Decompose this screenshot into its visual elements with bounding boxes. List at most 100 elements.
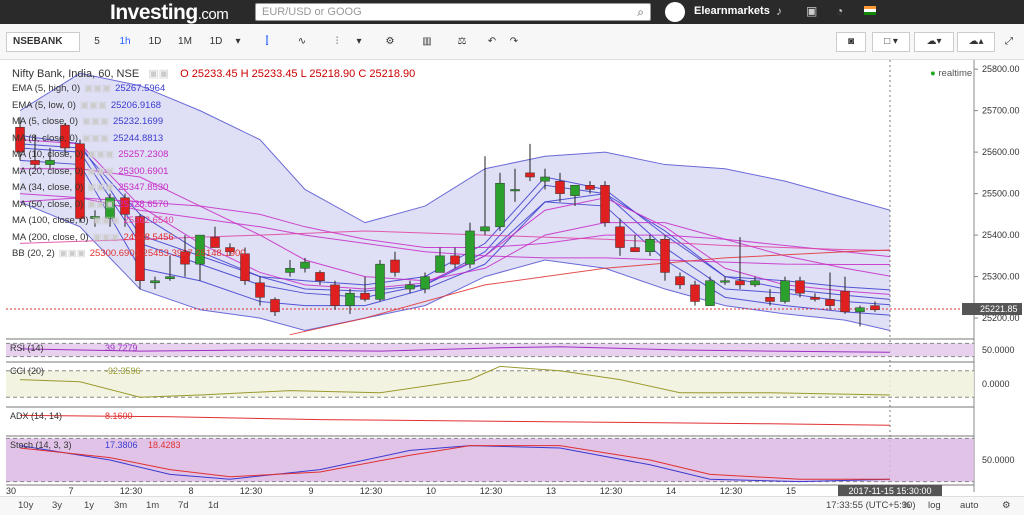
clock-icon[interactable]: ◔ <box>836 4 843 18</box>
flag-icon[interactable] <box>864 6 876 15</box>
compare-icon[interactable]: ⚖ <box>450 32 474 52</box>
candle-body <box>255 282 265 298</box>
x-tick-label: 10 <box>426 486 436 496</box>
bars-icon[interactable]: ⫶ <box>325 32 349 52</box>
camera-icon[interactable]: ◙ <box>836 32 866 52</box>
undo-icon[interactable]: ↶ <box>482 32 502 52</box>
candle-body <box>600 185 610 223</box>
indicator-legend-row: MA (100, close, 0) ▣▣▣ 25362.6540 <box>12 215 174 227</box>
candle-body <box>825 299 835 306</box>
panel-legend-value: -92.3596 <box>105 366 141 376</box>
chevron-down-icon[interactable]: ▾ <box>351 32 367 52</box>
indicator-legend-label: EMA (5, high, 0) <box>12 83 81 94</box>
indicator-legend-row: MA (20, close, 0) ▣▣▣ 25300.6901 <box>12 166 168 178</box>
candles-icon[interactable]: ⫿ <box>255 32 279 52</box>
cloud-download-icon[interactable]: ☁▾ <box>914 32 954 52</box>
candle-body <box>270 299 280 313</box>
legend-settings-icon[interactable]: ▣▣▣ <box>93 215 120 226</box>
chevron-down-icon[interactable]: ▾ <box>230 32 246 52</box>
interval-1h[interactable]: 1h <box>113 32 137 52</box>
log-toggle[interactable]: log <box>928 500 941 511</box>
range-3m[interactable]: 3m <box>114 500 127 511</box>
candle-body <box>570 185 580 196</box>
legend-settings-icon[interactable]: ▣▣▣ <box>87 166 114 177</box>
search-input[interactable]: EUR/USD or GOOG ⌕ <box>255 3 651 21</box>
gear-icon[interactable]: ⚙ <box>378 32 402 52</box>
legend-settings-icon[interactable]: ▣▣▣ <box>87 199 114 210</box>
portfolio-icon[interactable]: ▣ <box>806 4 817 18</box>
interval-more[interactable]: 1D <box>204 32 228 52</box>
x-tick-label: 15 <box>786 486 796 496</box>
panel-legend-label: CCI (20) <box>10 366 44 376</box>
legend-settings-icon[interactable]: ▣▣▣ <box>87 182 114 193</box>
cloud-upload-icon[interactable]: ☁▴ <box>957 32 995 52</box>
range-7d[interactable]: 7d <box>178 500 189 511</box>
range-1y[interactable]: 1y <box>84 500 94 511</box>
legend-settings-icon[interactable]: ▣▣▣ <box>82 133 109 144</box>
chart-title-row: Nifty Bank, India, 60, NSE ▣▣ O 25233.45… <box>12 68 415 80</box>
x-tick-label: 12:30 <box>120 486 143 496</box>
candle-body <box>405 284 415 290</box>
range-1d[interactable]: 1d <box>208 500 219 511</box>
candle-body <box>630 247 640 252</box>
line-chart-icon[interactable]: ∿ <box>290 32 314 52</box>
redo-icon[interactable]: ↷ <box>504 32 524 52</box>
candle-body <box>525 172 535 178</box>
search-icon[interactable]: ⌕ <box>637 5 644 20</box>
symbol-input[interactable]: NSEBANK <box>6 32 80 52</box>
candle-body <box>615 226 625 248</box>
indicator-legend-value: 25232.1699 <box>112 116 164 127</box>
x-tick-label: 12:30 <box>480 486 503 496</box>
x-tick-label: 9 <box>308 486 313 496</box>
y-tick-label: 25500.00 <box>982 189 1020 199</box>
settings-icon[interactable]: ▣▣ <box>148 68 169 80</box>
indicator-legend-value: 25362.6540 <box>123 215 174 226</box>
interval-5[interactable]: 5 <box>86 32 108 52</box>
ohlc-high: 25233.45 <box>251 68 298 80</box>
percent-toggle[interactable]: % <box>902 500 910 511</box>
bell-icon[interactable]: ♪ <box>776 4 782 18</box>
fullscreen-icon[interactable]: ⤢ <box>998 32 1020 52</box>
candle-body <box>375 263 385 300</box>
y-tick-label: 25800.00 <box>982 64 1020 74</box>
indicator-legend-value: 25257.2308 <box>118 149 169 160</box>
range-10y[interactable]: 10y <box>18 500 33 511</box>
logo-text: Investing <box>110 1 198 24</box>
indicator-legend-label: EMA (5, low, 0) <box>12 99 76 111</box>
panel-tick-label: 50.0000 <box>982 345 1015 355</box>
indicator-legend-label: MA (34, close, 0) <box>12 182 84 193</box>
panel-legend-value: 17.3806 <box>105 440 138 450</box>
panel-legend-label: Stoch (14, 3, 3) <box>10 440 72 450</box>
auto-toggle[interactable]: auto <box>960 500 979 511</box>
user-name[interactable]: Elearnmarkets <box>694 5 770 17</box>
indicators-icon[interactable]: ▥ <box>415 32 439 52</box>
range-1m[interactable]: 1m <box>146 500 159 511</box>
legend-settings-icon[interactable]: ▣▣▣ <box>59 248 86 259</box>
indicator-legend-row: MA (8, close, 0) ▣▣▣ 25244.8813 <box>12 133 163 145</box>
panel-legend-value: 39.7279 <box>105 343 138 353</box>
site-logo[interactable]: Investing.com <box>110 1 229 25</box>
legend-settings-icon[interactable]: ▣▣▣ <box>93 232 120 243</box>
indicator-legend-label: MA (8, close, 0) <box>12 132 78 144</box>
legend-settings-icon[interactable]: ▣▣▣ <box>84 83 111 94</box>
indicator-legend-label: MA (50, close, 0) <box>12 198 84 210</box>
y-tick-label: 25600.00 <box>982 147 1020 157</box>
candle-body <box>780 280 790 302</box>
legend-settings-icon[interactable]: ▣▣▣ <box>80 100 107 111</box>
interval-1m[interactable]: 1M <box>173 32 197 52</box>
legend-settings-icon[interactable]: ▣▣▣ <box>82 116 109 127</box>
indicator-legend-row: MA (50, close, 0) ▣▣▣ 25328.6570 <box>12 199 168 211</box>
x-tick-label: 13 <box>546 486 556 496</box>
legend-settings-icon[interactable]: ▣▣▣ <box>87 149 114 160</box>
gear-icon[interactable]: ⚙ <box>1002 500 1011 511</box>
indicator-legend-value: 25206.9168 <box>110 99 162 111</box>
candle-body <box>645 238 655 252</box>
interval-1d[interactable]: 1D <box>143 32 167 52</box>
panel-legend-label: RSI (14) <box>10 343 44 353</box>
chart-title: Nifty Bank, India, 60, NSE <box>12 68 140 80</box>
candle-body <box>360 292 370 300</box>
range-3y[interactable]: 3y <box>52 500 62 511</box>
color-picker-icon[interactable]: □ ▾ <box>872 32 910 52</box>
avatar[interactable] <box>665 2 685 22</box>
last-price-label: 25221.85 <box>980 304 1018 314</box>
